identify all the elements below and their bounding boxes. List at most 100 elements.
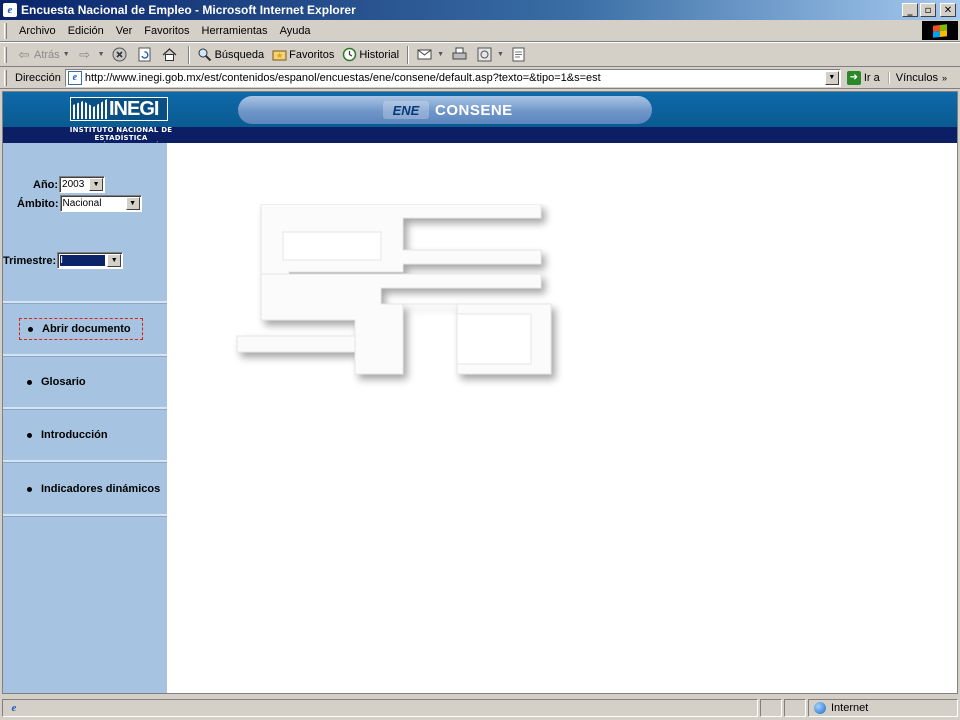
nav-label: Abrir documento [42,323,131,335]
discuss-button[interactable] [508,44,532,65]
close-button[interactable]: ✕ [940,3,956,17]
security-zone-panel: Internet [808,699,958,717]
menu-grip[interactable] [4,22,7,39]
page-icon: e [67,70,82,85]
ene-watermark-logo [236,204,552,375]
nav-label: Introducción [41,429,108,441]
search-label: Búsqueda [214,48,265,61]
menu-ayuda[interactable]: Ayuda [274,25,317,37]
inegi-logo[interactable]: INEGI [70,97,168,121]
sidebar-divider [3,460,167,463]
favorites-button[interactable]: Favoritos [268,44,337,65]
scope-dropdown-icon[interactable]: ▼ [125,197,140,210]
menu-archivo[interactable]: Archivo [13,25,62,37]
printer-icon [451,47,467,63]
search-button[interactable]: Búsqueda [194,44,268,65]
nav-indicadores-dinamicos[interactable]: Indicadores dinámicos [19,478,169,500]
ene-logo-mark: ENE [383,101,429,119]
mail-button[interactable]: ▼ [413,44,447,65]
year-dropdown-icon[interactable]: ▼ [89,178,104,191]
ie-icon: e [3,3,17,17]
maximize-button[interactable]: ▫ [920,3,936,17]
quarter-label: Trimestre: [3,254,57,267]
inegi-logo-text: INEGI [109,97,159,120]
links-label: Vínculos [895,71,938,84]
print-button[interactable] [448,44,472,65]
favorites-label: Favoritos [289,48,335,61]
mail-dropdown-icon[interactable]: ▼ [437,51,444,58]
refresh-button[interactable] [134,44,158,65]
back-button[interactable]: ⇦ Atrás ▼ [13,44,73,65]
nav-introduccion[interactable]: Introducción [19,424,143,446]
sidebar-divider [3,301,167,304]
back-label: Atrás [34,48,60,61]
year-select[interactable]: 2003 ▼ [59,176,106,193]
window-title-bar[interactable]: e Encuesta Nacional de Empleo - Microsof… [0,0,960,20]
globe-icon [814,702,826,714]
nav-abrir-documento[interactable]: Abrir documento [19,318,143,340]
address-grip[interactable] [4,69,7,86]
consene-logo: ENE CONSENE [383,101,513,119]
refresh-icon [137,47,153,63]
consene-title: CONSENE [435,101,513,119]
stop-icon [112,47,128,63]
go-arrow-icon: ➜ [846,70,861,85]
edit-button[interactable]: ▼ [473,44,507,65]
inegi-logo-mark [73,99,107,119]
quarter-dropdown-icon[interactable]: ▼ [107,254,122,267]
home-icon [162,47,178,63]
edit-dropdown-icon[interactable]: ▼ [497,51,504,58]
status-bar: e Internet [0,696,960,720]
sidebar-divider [3,407,167,410]
site-header: INEGI INSTITUTO NACIONAL DE ESTADÍSTICA … [3,92,957,150]
status-text-panel: e [2,699,758,717]
home-button[interactable] [159,44,183,65]
back-arrow-icon: ⇦ [18,46,30,62]
address-label: Dirección [15,71,61,84]
favorites-folder-icon [271,47,287,63]
address-url[interactable]: http://www.inegi.gob.mx/est/contenidos/e… [85,72,825,84]
menu-favoritos[interactable]: Favoritos [138,25,195,37]
quarter-row: Trimestre: I ▼ [3,252,124,269]
menu-ver[interactable]: Ver [110,25,139,37]
sidebar-divider [3,514,167,517]
nav-glosario[interactable]: Glosario [19,371,143,393]
address-input[interactable]: e http://www.inegi.gob.mx/est/contenidos… [64,68,841,87]
toolbar-separator [407,45,410,64]
sidebar: Año: 2003 ▼ Ámbito: Nacional ▼ Trimestre… [3,143,169,693]
menu-edicion[interactable]: Edición [62,25,110,37]
back-dropdown-icon[interactable]: ▼ [63,51,70,58]
forward-button[interactable]: ⇨ ▼ [74,44,108,65]
scope-label: Ámbito: [17,197,59,210]
links-button[interactable]: Vínculos » [887,71,947,84]
sidebar-divider [3,354,167,357]
discuss-icon [511,47,527,63]
year-label: Año: [33,178,59,191]
scope-select[interactable]: Nacional ▼ [59,195,142,212]
quarter-select[interactable]: I ▼ [57,252,124,269]
menu-herramientas[interactable]: Herramientas [196,25,274,37]
inegi-subtitle-line1: INSTITUTO NACIONAL DE ESTADÍSTICA [69,126,173,142]
forward-arrow-icon: ⇨ [79,46,91,62]
bullet-icon [27,379,32,385]
history-label: Historial [359,48,400,61]
toolbar-separator [187,45,190,64]
standard-toolbar: ⇦ Atrás ▼ ⇨ ▼ Búsqueda Favoritos Histori… [0,42,960,67]
bullet-icon [28,326,33,332]
year-select-value: 2003 [62,179,85,190]
chevron-right-icon: » [941,72,947,83]
bullet-icon [27,486,32,492]
quarter-select-value: I [59,254,107,267]
go-button[interactable]: ➜ Ir a [846,70,880,85]
minimize-button[interactable]: _ [902,3,918,17]
stop-button[interactable] [109,44,133,65]
address-bar: Dirección e http://www.inegi.gob.mx/est/… [0,67,960,89]
search-icon [197,47,213,63]
toolbar-grip[interactable] [4,46,7,63]
status-panel-1 [760,699,782,717]
history-button[interactable]: Historial [338,44,402,65]
mail-icon [416,47,432,63]
forward-dropdown-icon[interactable]: ▼ [98,51,105,58]
address-dropdown-icon[interactable]: ▼ [824,70,839,85]
scope-row: Ámbito: Nacional ▼ [17,195,142,212]
